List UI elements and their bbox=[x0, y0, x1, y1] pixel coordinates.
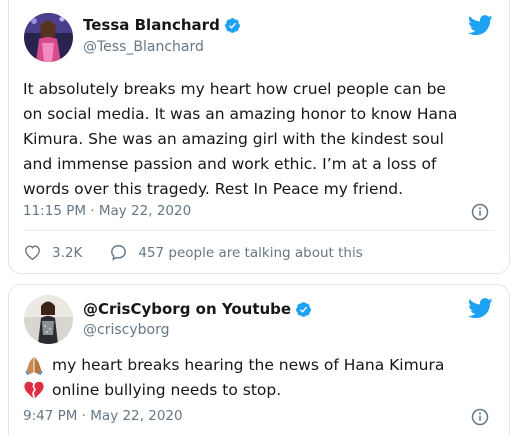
tweet-timestamp[interactable]: 9:47 PM · May 22, 2020 bbox=[23, 408, 183, 424]
avatar[interactable] bbox=[24, 13, 73, 62]
tweet-actions: 3.2K 457 people are talking about this bbox=[23, 243, 390, 262]
display-name[interactable]: @CrisCyborg on Youtube bbox=[83, 300, 291, 318]
tweet-text-line: words over this tragedy. Rest In Peace m… bbox=[23, 179, 404, 198]
tweet-text-line: It absolutely breaks my heart how cruel … bbox=[23, 79, 446, 98]
tweet-card[interactable]: Tessa Blanchard @Tess_Blanchard It absol… bbox=[8, 0, 510, 274]
tweet-timestamp[interactable]: 11:15 PM · May 22, 2020 bbox=[23, 203, 191, 219]
author-name-row[interactable]: @CrisCyborg on Youtube bbox=[83, 300, 312, 318]
speech-bubble-icon bbox=[111, 245, 127, 261]
info-icon[interactable] bbox=[471, 408, 489, 426]
tweet-text-line: Kimura. She was an amazing girl with the… bbox=[23, 129, 444, 148]
avatar[interactable] bbox=[24, 295, 73, 344]
tweet-body: my heart breaks hearing the news of Hana… bbox=[23, 352, 503, 402]
display-name[interactable]: Tessa Blanchard bbox=[83, 16, 220, 34]
tweet-feed: Tessa Blanchard @Tess_Blanchard It absol… bbox=[0, 0, 516, 435]
info-icon[interactable] bbox=[471, 203, 489, 221]
tweet-card[interactable]: @CrisCyborg on Youtube @criscyborg my he… bbox=[8, 284, 510, 435]
heart-icon bbox=[25, 245, 40, 261]
author-handle[interactable]: @Tess_Blanchard bbox=[83, 39, 204, 55]
author-name-row[interactable]: Tessa Blanchard bbox=[83, 16, 241, 34]
tweet-text-line: my heart breaks hearing the news of Hana… bbox=[23, 352, 503, 377]
like-count: 3.2K bbox=[52, 244, 83, 261]
tweet-text: online bullying needs to stop. bbox=[52, 380, 282, 399]
tweet-body: It absolutely breaks my heart how cruel … bbox=[23, 76, 503, 201]
conversation-count: 457 people are talking about this bbox=[138, 244, 363, 261]
verified-badge-icon bbox=[296, 301, 312, 317]
twitter-bird-icon[interactable] bbox=[468, 15, 493, 36]
author-handle[interactable]: @criscyborg bbox=[83, 322, 169, 338]
tweet-text-line: and immense passion and work ethic. I’m … bbox=[23, 154, 437, 173]
divider bbox=[23, 230, 495, 231]
tweet-text-line: on social media. It was an amazing honor… bbox=[23, 104, 458, 123]
verified-badge-icon bbox=[224, 17, 240, 33]
folded-hands-emoji bbox=[25, 356, 43, 375]
like-button[interactable]: 3.2K bbox=[23, 243, 82, 262]
tweet-text-line: online bullying needs to stop. bbox=[23, 377, 503, 402]
broken-heart-emoji bbox=[24, 381, 44, 398]
twitter-bird-icon[interactable] bbox=[468, 298, 493, 319]
tweet-text: my heart breaks hearing the news of Hana… bbox=[52, 355, 445, 374]
reply-button[interactable]: 457 people are talking about this bbox=[109, 243, 363, 262]
